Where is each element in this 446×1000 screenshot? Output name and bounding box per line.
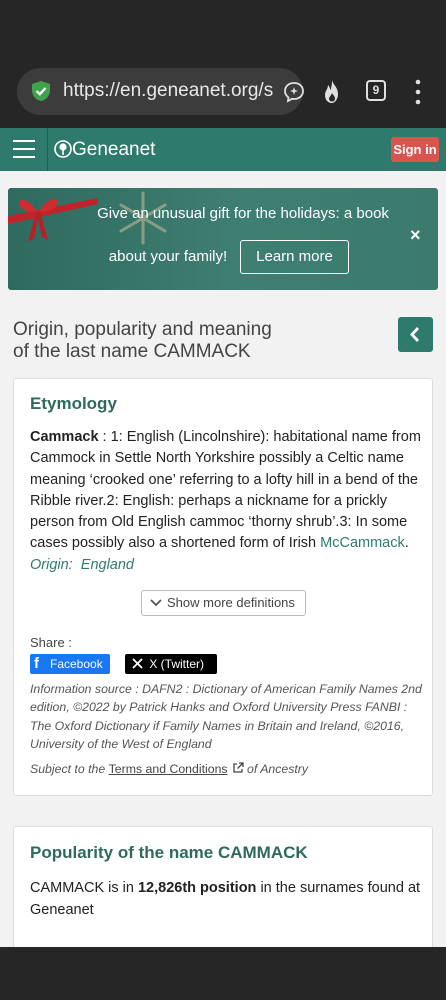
- twitter-share-button[interactable]: X (Twitter): [125, 654, 217, 674]
- learn-more-button[interactable]: Learn more: [240, 240, 349, 274]
- mccammack-link[interactable]: McCammack: [320, 535, 405, 551]
- surname-label: Cammack: [30, 429, 99, 445]
- back-button[interactable]: [398, 317, 433, 352]
- facebook-icon: f: [34, 655, 39, 672]
- chevron-left-icon: [410, 327, 420, 342]
- tab-switcher-button[interactable]: 9: [366, 80, 386, 101]
- browser-toolbar: https://en.geneanet.org/s 9: [0, 60, 446, 128]
- header-divider: [47, 128, 48, 171]
- chevron-down-icon: [150, 599, 162, 607]
- facebook-label: Facebook: [50, 657, 103, 671]
- share-label: Share :: [30, 635, 72, 650]
- page-title-line1: Origin, popularity and meaning: [13, 319, 272, 340]
- popularity-rank: 12,826th position: [137, 880, 257, 896]
- banner-message-line1: Give an unusual gift for the holidays: a…: [97, 205, 389, 222]
- popularity-text: CAMMACK is in 12,826th position in the s…: [30, 877, 425, 921]
- origin-value[interactable]: England: [81, 557, 134, 573]
- page-content[interactable]: Give an unusual gift for the holidays: a…: [0, 171, 446, 947]
- close-banner-icon[interactable]: ×: [410, 225, 421, 246]
- assistant-icon[interactable]: [282, 80, 306, 104]
- etymology-card: Etymology Cammack : 1: English (Lincolns…: [13, 378, 433, 796]
- page-title-line2: of the last name CAMMACK: [13, 341, 251, 362]
- flame-icon[interactable]: [320, 79, 344, 105]
- terms-suffix: of Ancestry: [243, 762, 309, 776]
- etymology-definition: : 1: English (Lincolnshire): habitationa…: [30, 429, 421, 552]
- site-logo-text[interactable]: Geneanet: [72, 139, 155, 161]
- origin-label: Origin:: [30, 556, 73, 573]
- twitter-label: X (Twitter): [149, 657, 205, 671]
- sign-in-button[interactable]: Sign in: [391, 137, 439, 162]
- etymology-text: Cammack : 1: English (Lincolnshire): hab…: [30, 427, 422, 576]
- popularity-prefix: CAMMACK is in: [30, 880, 138, 896]
- promo-banner: Give an unusual gift for the holidays: a…: [8, 188, 438, 290]
- shield-check-icon: [32, 81, 50, 101]
- x-logo-icon: [132, 658, 143, 669]
- banner-message-line2: about your family!: [108, 248, 228, 265]
- etymology-period: .: [404, 535, 409, 552]
- show-more-label: Show more definitions: [167, 595, 295, 610]
- navigation-bar: [0, 947, 446, 1000]
- page-title: Origin, popularity and meaning of the la…: [13, 319, 303, 363]
- popularity-card: Popularity of the name CAMMACK CAMMACK i…: [13, 826, 433, 947]
- terms-link[interactable]: Terms and Conditions: [109, 762, 228, 776]
- url-text[interactable]: https://en.geneanet.org/s: [63, 80, 275, 102]
- site-header: Geneanet Sign in: [0, 128, 446, 171]
- external-link-icon: [232, 762, 244, 773]
- show-more-definitions-button[interactable]: Show more definitions: [141, 590, 306, 616]
- address-bar[interactable]: https://en.geneanet.org/s: [17, 68, 306, 115]
- status-bar: [0, 0, 446, 60]
- popularity-heading: Popularity of the name CAMMACK: [30, 843, 308, 862]
- more-options-icon[interactable]: [414, 79, 422, 105]
- terms-line: Subject to the Terms and Conditions of A…: [30, 762, 425, 776]
- facebook-share-button[interactable]: f Facebook: [30, 654, 110, 674]
- etymology-heading: Etymology: [30, 394, 117, 413]
- information-source: Information source : DAFN2 : Dictionary …: [30, 682, 422, 751]
- geneanet-logo-icon[interactable]: [54, 140, 72, 158]
- terms-prefix: Subject to the: [30, 762, 109, 776]
- hamburger-menu-icon[interactable]: [13, 140, 35, 158]
